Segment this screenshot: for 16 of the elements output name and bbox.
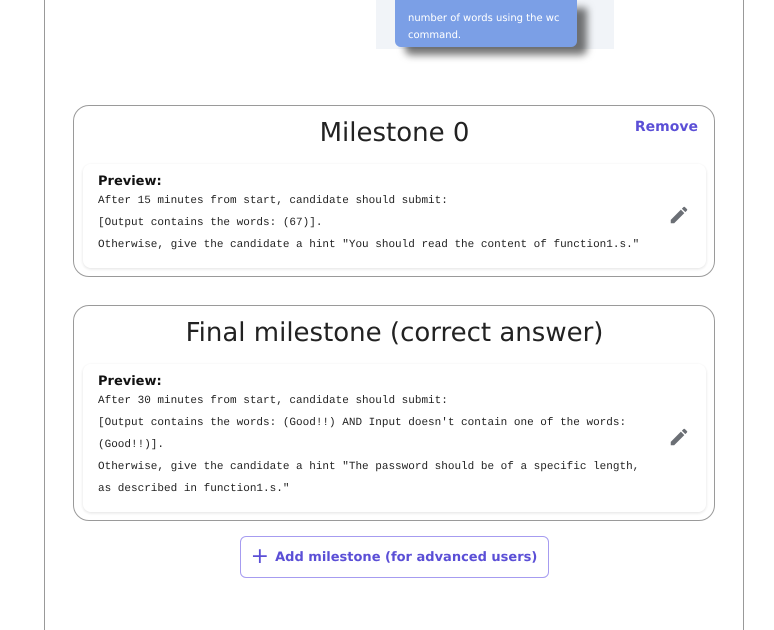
milestone-title: Final milestone (correct answer) bbox=[186, 317, 604, 350]
preview-text: [Output contains the words: (Good!!) AND Input doesn't contain one of the words: (Good!!)]. bbox=[98, 416, 628, 453]
add-milestone-button[interactable]: + Add milestone (for advanced users) bbox=[240, 536, 548, 578]
milestone-title: Milestone 0 bbox=[320, 117, 470, 150]
preview-label: Preview: bbox=[98, 174, 163, 189]
preview-text: After 30 minutes from start, candidate should submit: bbox=[98, 394, 449, 409]
preview-text: [Output contains the words: (67)]. bbox=[98, 216, 324, 231]
plus-icon: + bbox=[250, 546, 270, 568]
preview-text: Otherwise, give the candidate a hint "You should read the content of function1.s." bbox=[98, 238, 640, 253]
preview-text: Otherwise, give the candidate a hint "The password should be of a specific length, as described in function1.s." bbox=[98, 460, 640, 497]
preview-label: Preview: bbox=[98, 374, 163, 389]
tooltip-text: number of words using the wc command. bbox=[408, 12, 560, 43]
edit-pencil-icon[interactable] bbox=[668, 204, 690, 226]
remove-link[interactable]: Remove bbox=[634, 119, 698, 135]
preview-text: After 15 minutes from start, candidate should submit: bbox=[98, 194, 449, 209]
edit-pencil-icon[interactable] bbox=[668, 426, 690, 448]
